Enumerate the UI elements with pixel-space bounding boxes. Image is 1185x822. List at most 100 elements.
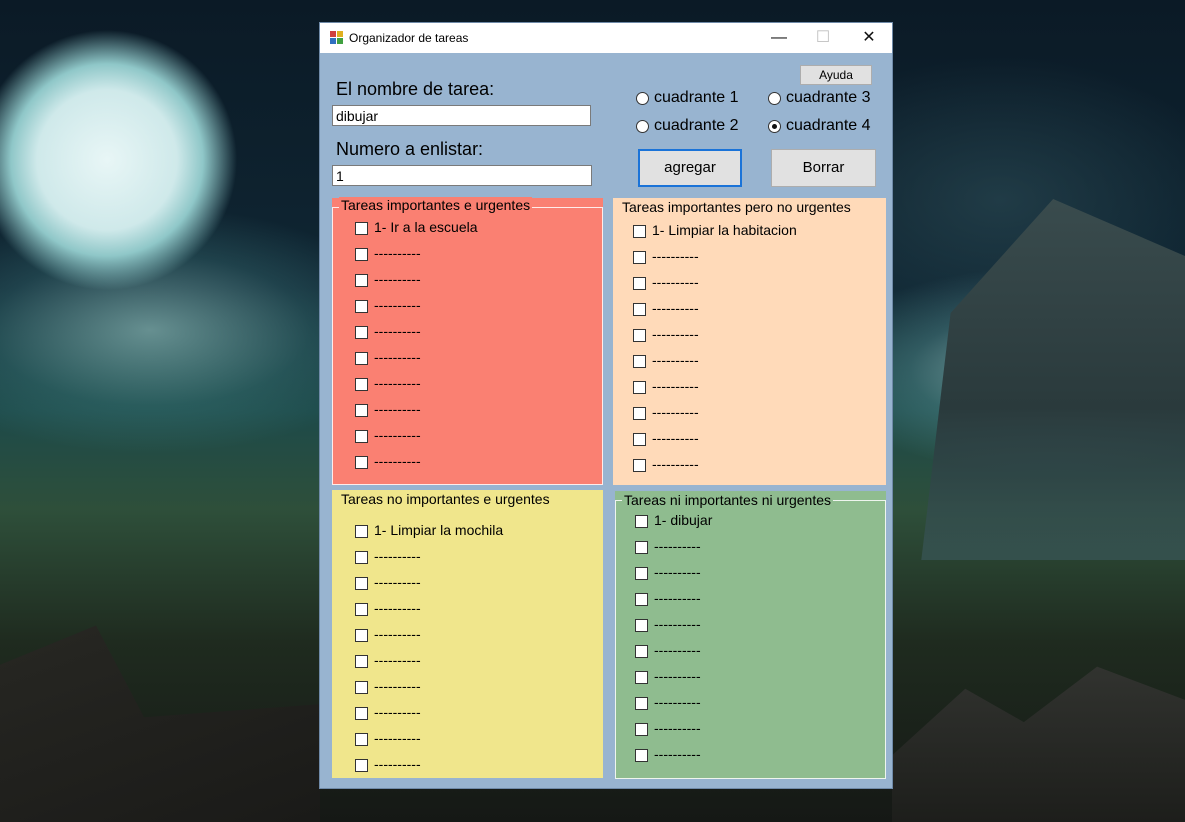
q1-important-urgent-panel: Tareas importantes e urgentes 1- Ir a la … [332,197,603,485]
checkbox-icon [633,277,646,290]
checkbox-icon [355,300,368,313]
checkbox-icon [355,655,368,668]
checkbox-icon [633,303,646,316]
checkbox-icon [635,619,648,632]
checkbox-icon [355,681,368,694]
task-label: 1- Ir a la escuela [374,219,478,235]
checkbox-icon [635,723,648,736]
task-label: ---------- [374,323,421,339]
task-label: ---------- [374,349,421,365]
checkbox-icon [635,541,648,554]
background-mountain [921,199,1185,560]
checkbox-icon [355,707,368,720]
task-label: 1- Limpiar la mochila [374,522,504,538]
checkbox-icon [355,404,368,417]
background-rock [0,625,320,822]
radio-circle-icon [636,92,649,105]
checkbox-icon [635,567,648,580]
task-label: ---------- [654,642,701,658]
checkbox-icon [635,593,648,606]
maximize-button[interactable]: ☐ [800,23,846,53]
task-label: ---------- [652,326,699,342]
checkbox-icon [355,525,368,538]
checkbox-icon [633,251,646,264]
checkbox-icon [635,749,648,762]
task-label: ---------- [652,378,699,394]
task-label: ---------- [652,274,699,290]
task-label: 1- dibujar [654,512,713,528]
q2-important-not-urgent-panel: Tareas importantes pero no urgentes 1- Li… [613,198,886,485]
task-label: ---------- [652,352,699,368]
q4-not-important-not-urgent-title: Tareas ni importantes ni urgentes [622,492,833,508]
radio-circle-icon [636,120,649,133]
checkbox-icon [635,645,648,658]
task-label: ---------- [652,404,699,420]
checkbox-icon [355,378,368,391]
checkbox-icon [355,352,368,365]
task-label: ---------- [374,271,421,287]
task-label: ---------- [374,453,421,469]
q3-not-important-urgent-title: Tareas no importantes e urgentes [339,491,552,507]
task-label: ---------- [374,756,421,772]
task-label: 1- Limpiar la habitacion [652,222,797,238]
background-rocks [892,666,1185,822]
groupbox-border [332,207,603,485]
radio-circle-icon [768,92,781,105]
checkbox-icon [355,456,368,469]
checkbox-icon [355,603,368,616]
task-label: ---------- [652,430,699,446]
task-label: ---------- [374,626,421,642]
checkbox-icon [633,433,646,446]
task-label: ---------- [374,574,421,590]
task-label: ---------- [652,456,699,472]
app-icon [330,31,344,45]
nombre-input[interactable]: dibujar [332,105,591,126]
task-label: ---------- [654,720,701,736]
q4-not-important-not-urgent-panel: Tareas ni importantes ni urgentes 1- dibu… [615,491,886,779]
checkbox-icon [633,459,646,472]
checkbox-icon [355,577,368,590]
app-window: Organizador de tareas — ☐ ✕ El nombre de… [320,23,892,788]
task-label: ---------- [374,652,421,668]
ayuda-button[interactable]: Ayuda [800,65,872,85]
numero-label: Numero a enlistar: [336,139,484,159]
numero-input[interactable]: 1 [332,165,592,186]
task-label: ---------- [654,564,701,580]
q3-not-important-urgent-panel: Tareas no importantes e urgentes 1- Limpi… [332,490,603,778]
radio-selected-dot [772,124,777,129]
checkbox-icon [635,671,648,684]
task-label: ---------- [652,248,699,264]
checkbox-icon [633,329,646,342]
q2-important-not-urgent-title: Tareas importantes pero no urgentes [620,199,853,215]
task-label: ---------- [374,427,421,443]
checkbox-icon [355,629,368,642]
task-label: ---------- [374,245,421,261]
checkbox-icon [635,515,648,528]
task-label: ---------- [654,590,701,606]
close-button[interactable]: ✕ [846,23,892,53]
minimize-button[interactable]: — [756,23,802,53]
task-label: ---------- [374,730,421,746]
task-label: ---------- [374,678,421,694]
checkbox-icon [633,225,646,238]
checkbox-icon [355,733,368,746]
nombre-label: El nombre de tarea: [336,79,495,99]
task-label: ---------- [374,401,421,417]
task-label: ---------- [654,746,701,762]
agregar-button[interactable]: agregar [638,149,742,187]
window-title: Organizador de tareas [349,31,469,45]
radio-circle-icon [768,120,781,133]
checkbox-icon [355,274,368,287]
task-label: ---------- [654,616,701,632]
checkbox-icon [633,355,646,368]
checkbox-icon [633,381,646,394]
checkbox-icon [355,430,368,443]
title-bar[interactable]: Organizador de tareas — ☐ ✕ [320,23,892,53]
checkbox-icon [633,407,646,420]
task-label: ---------- [374,375,421,391]
task-label: ---------- [652,300,699,316]
checkbox-icon [355,759,368,772]
checkbox-icon [355,551,368,564]
borrar-button[interactable]: Borrar [771,149,876,187]
task-label: ---------- [654,538,701,554]
